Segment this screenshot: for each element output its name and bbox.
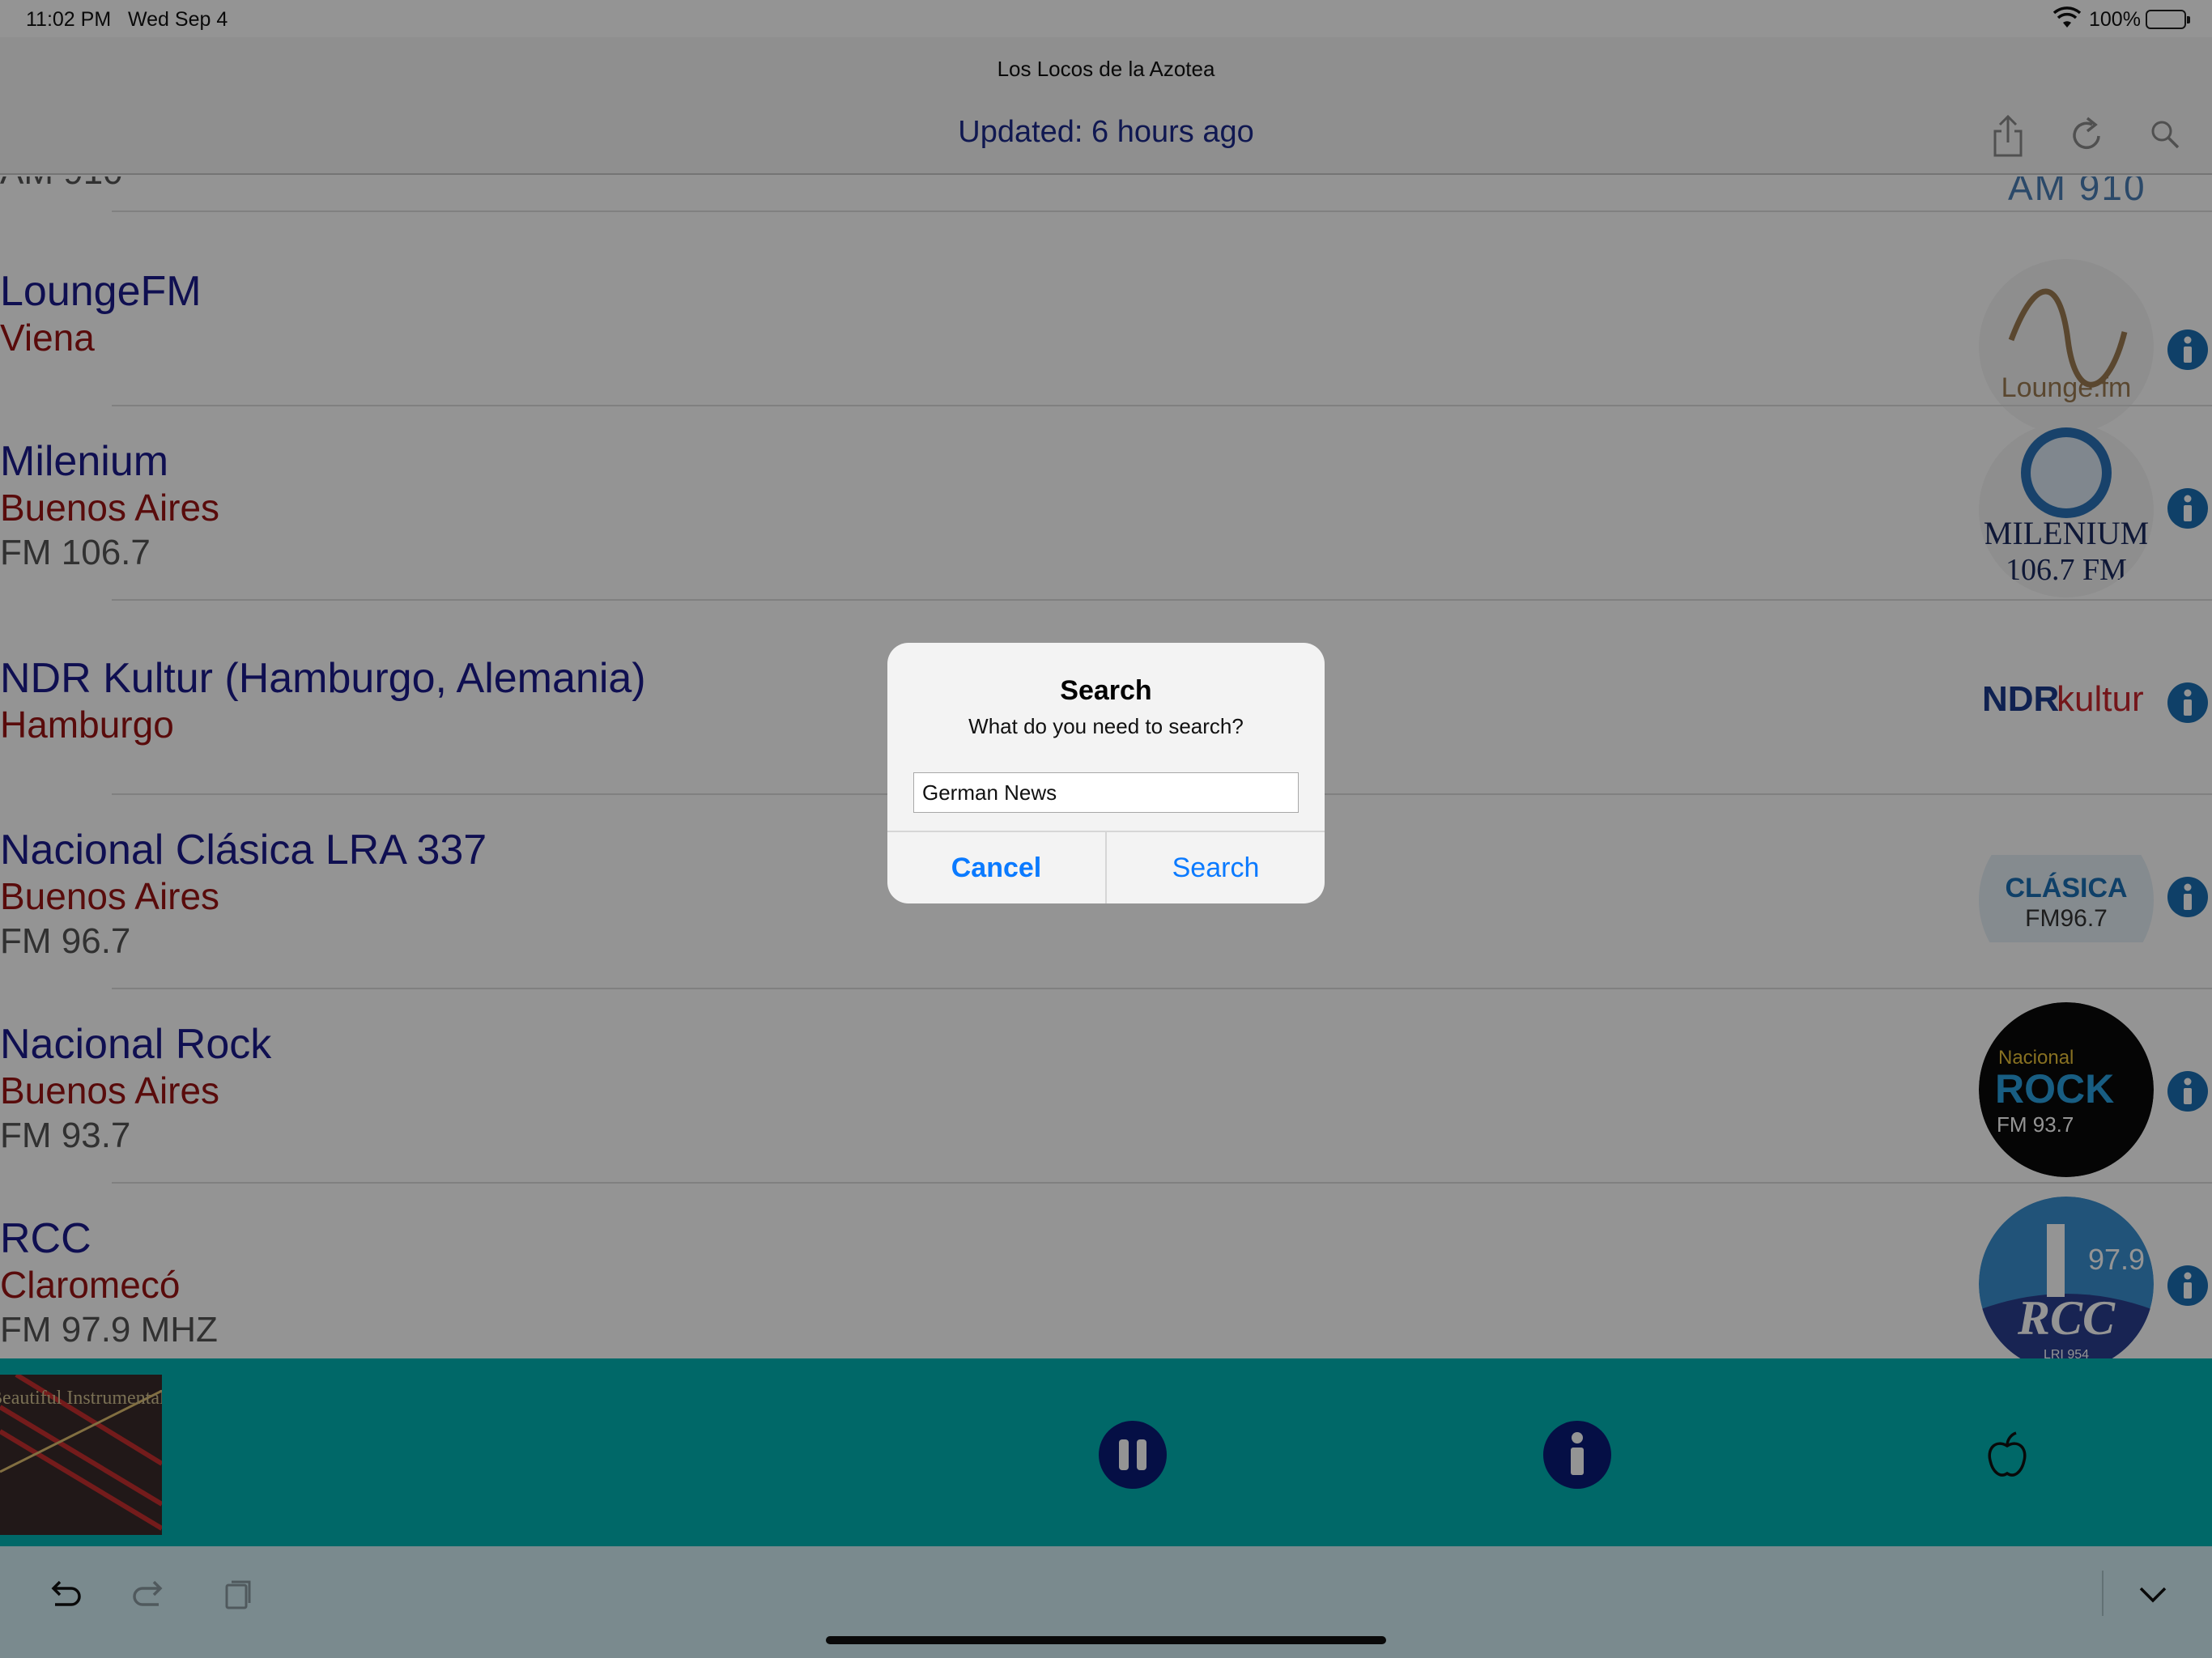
alert-message: What do you need to search? [968,714,1244,738]
cancel-button[interactable]: Cancel [887,832,1105,903]
search-confirm-button[interactable]: Search [1107,832,1325,903]
search-input[interactable] [913,772,1299,813]
alert-title: Search [1060,675,1152,706]
search-alert-dialog: Search What do you need to search? Cance… [887,643,1325,903]
